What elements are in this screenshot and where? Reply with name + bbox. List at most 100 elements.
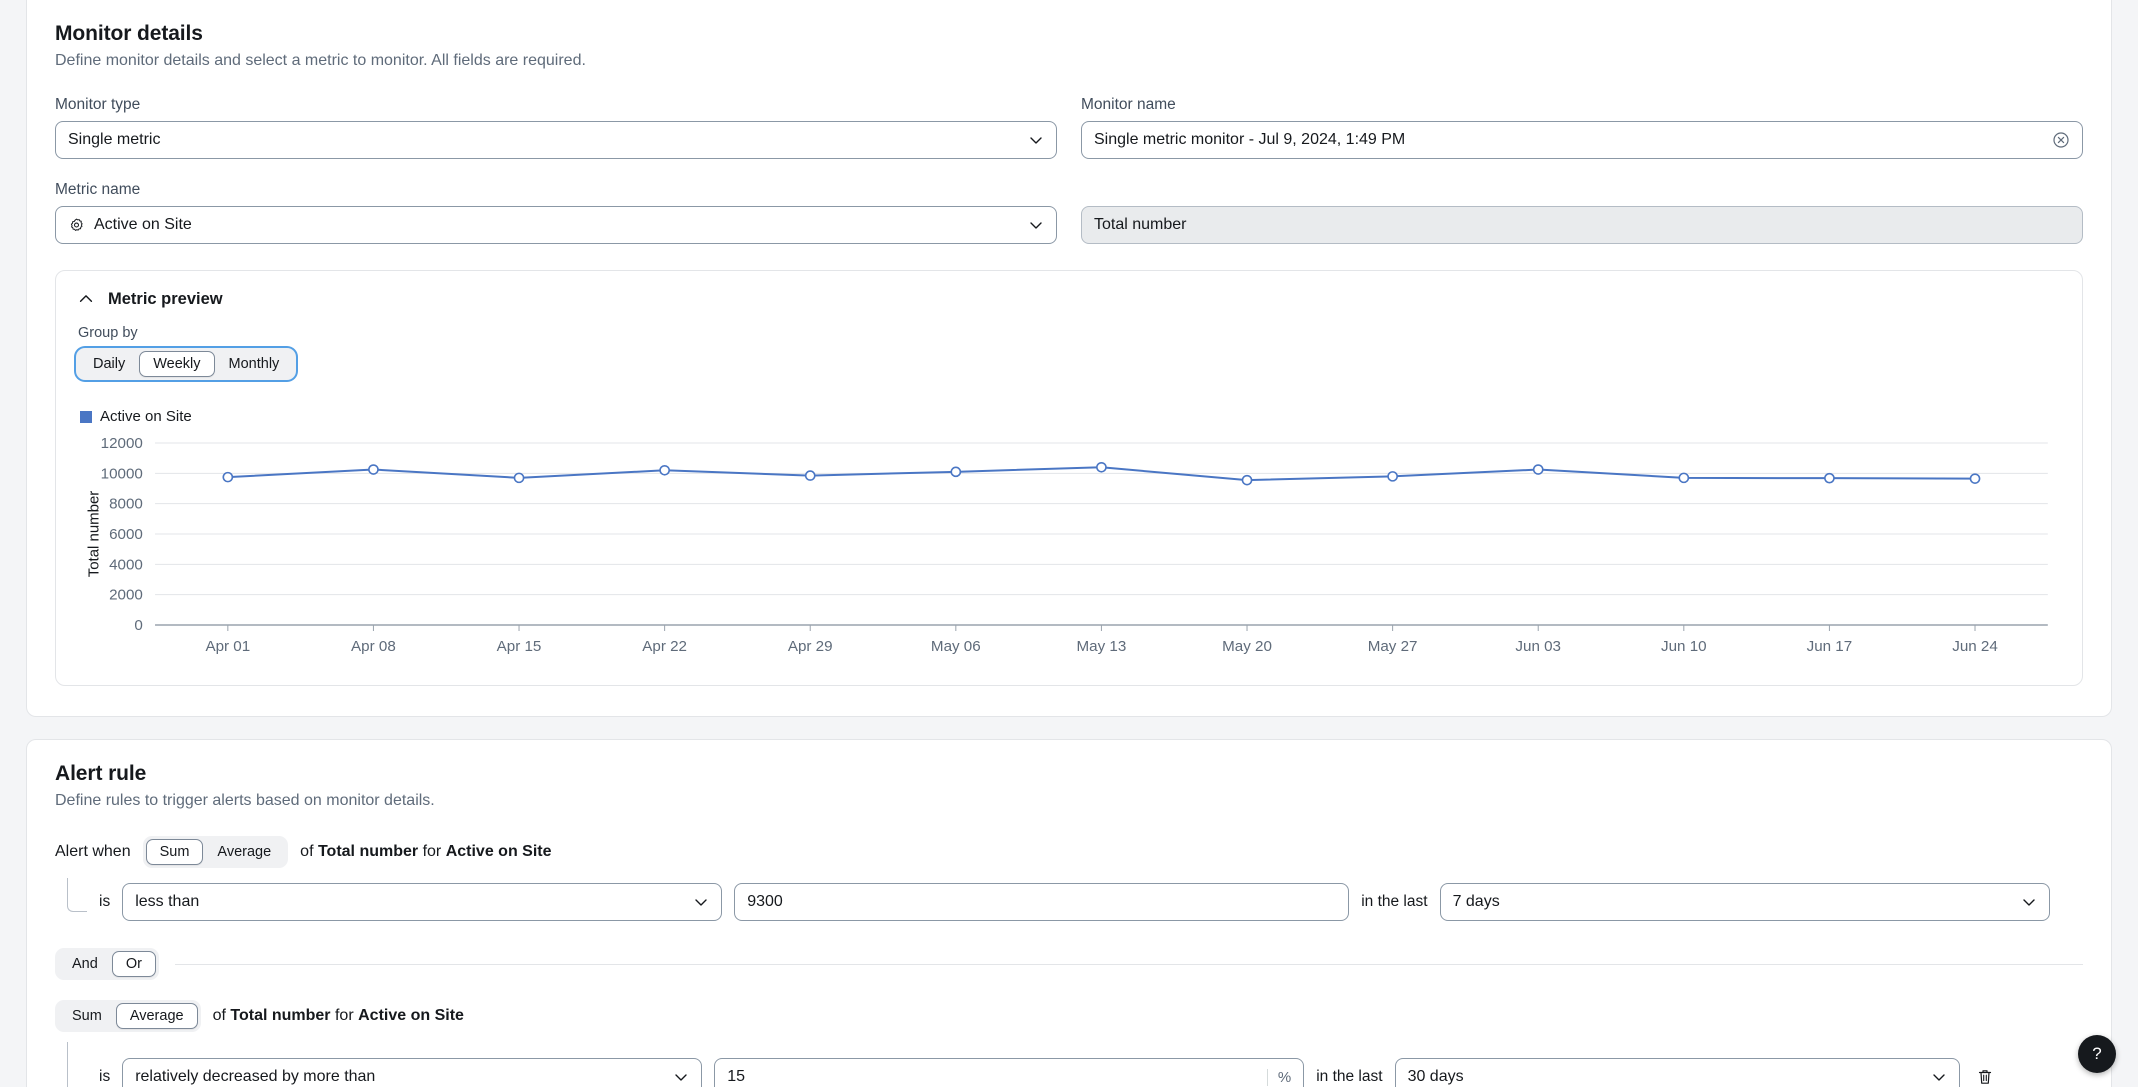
condition-1-bracket (67, 878, 87, 912)
metric-preview-title: Metric preview (108, 289, 223, 308)
metric-unit-display: Total number (1081, 206, 2083, 244)
condition-1-metric-unit: Total number (317, 843, 419, 860)
condition-1-agg-sum[interactable]: Sum (145, 839, 204, 865)
condition-joiner-segmented[interactable]: And Or (55, 948, 159, 980)
condition-1-window-value: 7 days (1452, 893, 1500, 910)
monitor-name-value: Single metric monitor - Jul 9, 2024, 1:4… (1094, 131, 1406, 148)
page-title: Monitor details (55, 22, 203, 45)
metric-gear-icon (68, 217, 85, 234)
condition-2-window-label: in the last (1316, 1068, 1383, 1085)
svg-text:Apr 01: Apr 01 (205, 638, 250, 655)
metric-preview-header[interactable]: Metric preview (76, 289, 2062, 309)
chevron-down-icon (1931, 1069, 1947, 1085)
condition-2-agg-average[interactable]: Average (115, 1003, 198, 1029)
chevron-down-icon (1028, 132, 1044, 148)
metric-name-value: Active on Site (94, 216, 192, 233)
of-text: of (212, 1007, 226, 1024)
condition-2-row: is relatively decreased by more than 15 … (67, 1042, 2083, 1087)
monitor-name-label: Monitor name (1081, 96, 1176, 113)
group-by-segmented-control[interactable]: Daily Weekly Monthly (76, 348, 297, 380)
svg-text:Jun 03: Jun 03 (1515, 638, 1561, 655)
help-button[interactable]: ? (2078, 1035, 2116, 1073)
condition-1-window-label: in the last (1361, 893, 1428, 910)
monitor-details-card: Monitor details Define monitor details a… (26, 0, 2112, 717)
condition-1-metric-name: Active on Site (445, 843, 552, 860)
condition-2-operator-select[interactable]: relatively decreased by more than (122, 1058, 703, 1087)
condition-2-window-select[interactable]: 30 days (1394, 1058, 1960, 1087)
condition-1-is-label: is (99, 893, 111, 910)
condition-1-row: is less than 9300 in the last 7 days (67, 878, 2083, 926)
group-by-option-daily[interactable]: Daily (79, 351, 139, 377)
percent-suffix: % (1266, 1068, 1291, 1086)
joiner-option-and[interactable]: And (58, 951, 112, 977)
monitor-type-value: Single metric (68, 131, 161, 148)
svg-text:0: 0 (134, 617, 142, 634)
svg-text:May 13: May 13 (1077, 638, 1127, 655)
metric-unit-value: Total number (1094, 216, 1187, 233)
for-text: for (422, 843, 442, 860)
condition-1-description: of Total number for Active on Site (300, 843, 551, 861)
line-chart-svg: 0 2000 4000 6000 8000 10000 12000 Total number A… (85, 435, 2062, 655)
for-text: for (334, 1007, 354, 1024)
svg-text:Total number: Total number (85, 491, 102, 578)
group-by-option-monthly[interactable]: Monthly (215, 351, 294, 377)
condition-2-window-value: 30 days (1407, 1068, 1464, 1085)
condition-2-agg-segmented[interactable]: Sum Average (55, 1000, 201, 1032)
svg-text:8000: 8000 (109, 496, 143, 513)
svg-text:10000: 10000 (101, 465, 143, 482)
condition-2-is-label: is (99, 1068, 111, 1085)
alert-rule-card: Alert rule Define rules to trigger alert… (26, 739, 2112, 1087)
group-by-label: Group by (78, 325, 138, 341)
condition-2-metric-unit: Total number (230, 1007, 331, 1024)
condition-1-agg-average[interactable]: Average (203, 839, 285, 865)
condition-2-threshold-input[interactable]: 15 % (714, 1058, 1305, 1087)
group-by-option-weekly[interactable]: Weekly (139, 351, 215, 377)
monitor-form-page: Monitor details Define monitor details a… (0, 0, 2138, 1087)
monitor-details-subtitle: Define monitor details and select a metr… (55, 52, 586, 69)
monitor-name-input[interactable]: Single metric monitor - Jul 9, 2024, 1:4… (1081, 121, 2083, 159)
condition-1-threshold-input[interactable]: 9300 (734, 883, 1350, 921)
chevron-up-icon[interactable] (76, 289, 96, 309)
joiner-divider (174, 963, 2083, 965)
monitor-name-field: Monitor name Single metric monitor - Jul… (1081, 96, 2083, 159)
svg-text:Jun 10: Jun 10 (1661, 638, 1707, 655)
metric-name-select[interactable]: Active on Site (55, 206, 1057, 244)
svg-text:May 06: May 06 (931, 638, 981, 655)
condition-joiner-row: And Or (55, 948, 2083, 980)
svg-text:Jun 17: Jun 17 (1807, 638, 1853, 655)
condition-1-agg-segmented[interactable]: Sum Average (142, 836, 289, 868)
svg-text:2000: 2000 (109, 587, 143, 604)
condition-2-operator-value: relatively decreased by more than (135, 1068, 376, 1085)
of-text: of (300, 843, 314, 860)
circle-x-icon[interactable] (2052, 131, 2070, 149)
condition-2-metric-name: Active on Site (358, 1007, 464, 1024)
svg-text:6000: 6000 (109, 526, 143, 543)
svg-text:Apr 22: Apr 22 (642, 638, 687, 655)
chevron-down-icon (1028, 217, 1044, 233)
condition-2-header: Sum Average of Total number for Active o… (55, 1000, 2083, 1032)
legend-swatch-icon (80, 410, 92, 423)
monitor-type-label: Monitor type (55, 96, 141, 113)
question-mark-icon: ? (2092, 1044, 2102, 1063)
monitor-type-select[interactable]: Single metric (55, 121, 1057, 159)
condition-1-window-select[interactable]: 7 days (1439, 883, 2050, 921)
trash-icon[interactable] (1972, 1064, 1998, 1087)
metric-unit-label (1081, 181, 2083, 199)
condition-1-operator-select[interactable]: less than (122, 883, 723, 921)
chart-legend[interactable]: Active on Site (80, 408, 2062, 425)
condition-2-description: of Total number for Active on Site (213, 1007, 464, 1025)
metric-name-label: Metric name (55, 181, 141, 198)
joiner-option-or[interactable]: Or (111, 951, 156, 977)
svg-text:May 20: May 20 (1222, 638, 1272, 655)
alert-when-label: Alert when (55, 843, 131, 860)
chevron-down-icon (693, 894, 709, 910)
condition-1-threshold-value: 9300 (747, 893, 783, 910)
legend-label: Active on Site (100, 408, 192, 425)
condition-2-bracket (67, 1042, 87, 1087)
svg-text:4000: 4000 (109, 556, 143, 573)
condition-2-threshold-value: 15 (727, 1068, 745, 1085)
condition-1-header: Alert when Sum Average of Total number f… (55, 836, 2083, 868)
metric-unit-field: Total number (1081, 181, 2083, 244)
condition-2-agg-sum[interactable]: Sum (58, 1003, 116, 1029)
monitor-type-field: Monitor type Single metric (55, 96, 1057, 159)
